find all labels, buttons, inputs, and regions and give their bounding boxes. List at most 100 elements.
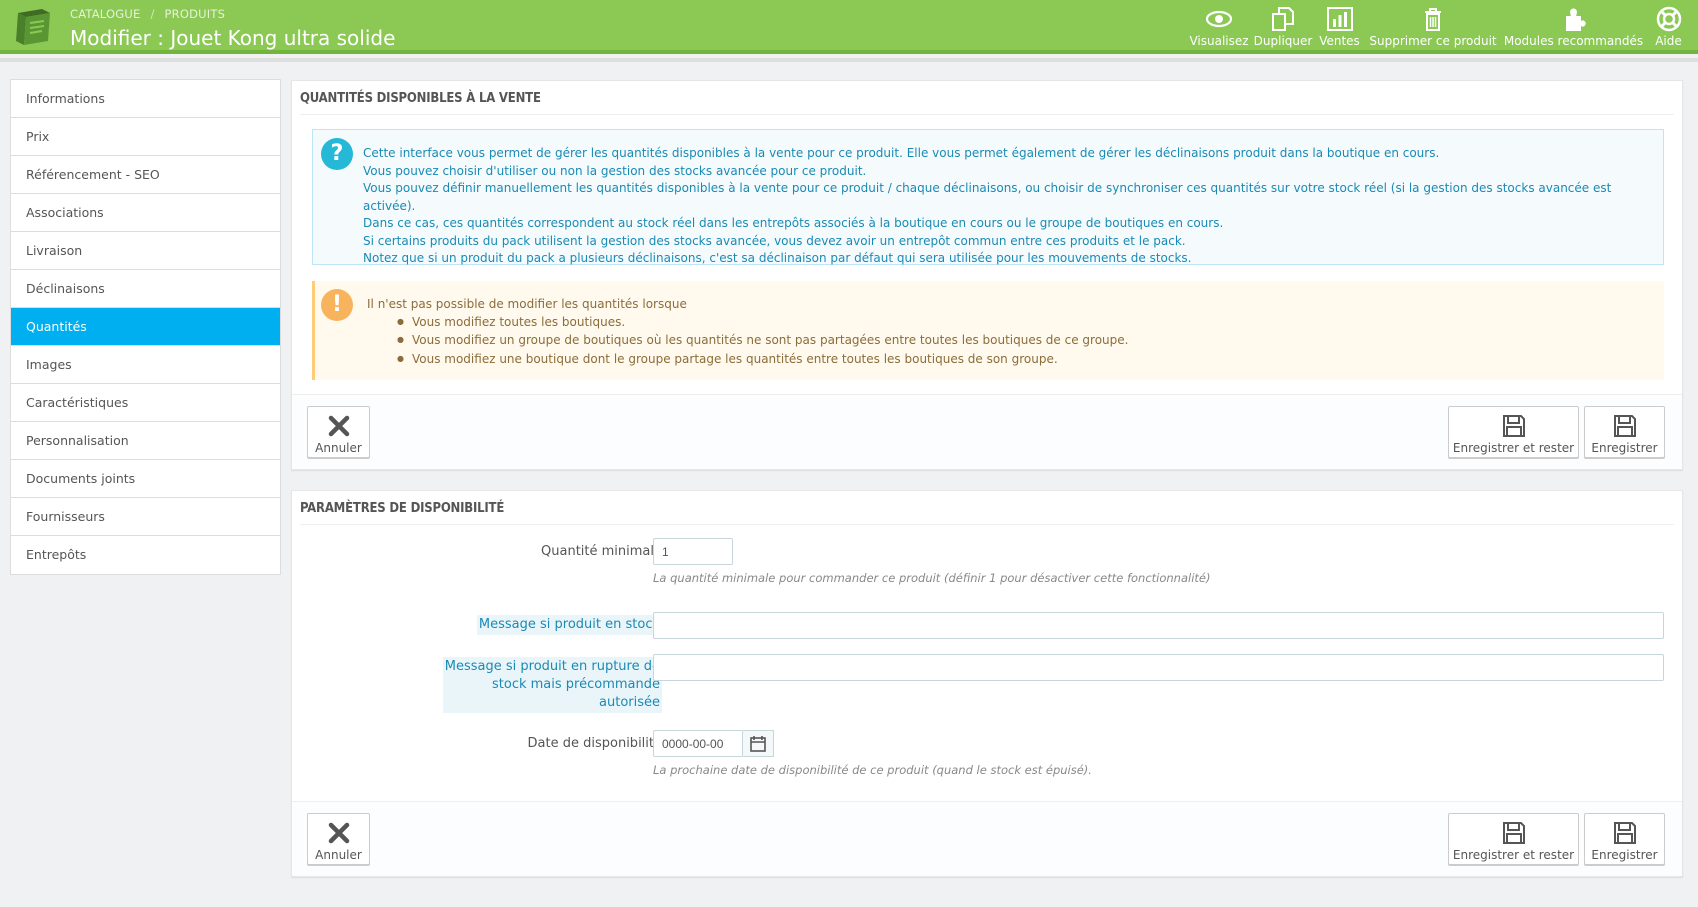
out-of-stock-message-input[interactable] (653, 654, 1664, 681)
toolbar: Visualisez Dupliquer Ventes Supprimer ce… (1185, 0, 1698, 50)
floppy-disk-icon (1613, 822, 1636, 844)
sales-button[interactable]: Ventes (1313, 0, 1366, 50)
duplicate-label: Dupliquer (1253, 34, 1313, 48)
warning-item: Vous modifiez un groupe de boutiques où … (397, 332, 1128, 351)
availability-panel-footer: Annuler Enregistrer et rester Enregistre… (292, 801, 1682, 876)
warning-item: Vous modifiez toutes les boutiques. (397, 314, 1128, 333)
calendar-button[interactable] (743, 730, 774, 757)
warning-item-text: Vous modifiez une boutique dont le group… (411, 351, 1058, 366)
quantities-panel-title: QUANTITÉS DISPONIBLES À LA VENTE (300, 81, 1674, 115)
availability-date-help: La prochaine date de disponibilité de ce… (653, 763, 1092, 777)
quantities-panel-footer: Annuler Enregistrer et rester Enregistre… (292, 394, 1682, 469)
label-line: stock mais précommande (492, 677, 660, 692)
close-icon (328, 822, 349, 844)
info-line: Vous pouvez définir manuellement les qua… (363, 181, 1612, 213)
save-button[interactable]: Enregistrer (1584, 813, 1665, 865)
warning-item: Vous modifiez une boutique dont le group… (397, 351, 1128, 370)
floppy-disk-icon (1502, 822, 1525, 844)
warning-list: Vous modifiez toutes les boutiques. Vous… (367, 314, 1128, 370)
warning-item-text: Vous modifiez toutes les boutiques. (411, 314, 626, 329)
catalog-book-icon (16, 9, 50, 45)
save-and-stay-label: Enregistrer et rester (1452, 848, 1575, 862)
sidebar-item-livraison[interactable]: Livraison (11, 232, 280, 270)
sidebar-item-fournisseurs[interactable]: Fournisseurs (11, 498, 280, 536)
cancel-button[interactable]: Annuler (307, 813, 370, 865)
info-alert: ? Cette interface vous permet de gérer l… (312, 129, 1664, 265)
copy-icon (1272, 7, 1294, 31)
save-button[interactable]: Enregistrer (1584, 406, 1665, 458)
close-icon (328, 415, 349, 437)
sidebar-item-personnalisation[interactable]: Personnalisation (11, 422, 280, 460)
page-header: CATALOGUE / PRODUITS Modifier : Jouet Kong… (0, 0, 1698, 54)
delete-product-button[interactable]: Supprimer ce produit (1366, 0, 1500, 50)
availability-date-input[interactable] (653, 730, 743, 757)
sidebar-item-informations[interactable]: Informations (11, 80, 280, 118)
warning-item-text: Vous modifiez un groupe de boutiques où … (411, 333, 1129, 347)
question-icon: ? (321, 138, 353, 170)
save-and-stay-button[interactable]: Enregistrer et rester (1448, 813, 1579, 865)
warning-intro: Il n'est pas possible de modifier les qu… (367, 297, 687, 311)
info-alert-text: Cette interface vous permet de gérer les… (363, 145, 1663, 268)
info-line: Vous pouvez choisir d'utiliser ou non la… (363, 163, 867, 178)
page-title: Modifier : Jouet Kong ultra solide (70, 26, 396, 50)
min-qty-input[interactable] (653, 538, 733, 565)
availability-date-label: Date de disponibilité (527, 736, 662, 751)
sidebar-item-associations[interactable]: Associations (11, 194, 280, 232)
cancel-button[interactable]: Annuler (307, 406, 370, 458)
bar-chart-icon (1326, 7, 1353, 31)
info-line: Dans ce cas, ces quantités correspondent… (363, 216, 1224, 230)
warning-alert-text: Il n'est pas possible de modifier les qu… (367, 296, 1128, 369)
breadcrumb-catalogue[interactable]: CATALOGUE (70, 7, 140, 21)
sidebar-item-images[interactable]: Images (11, 346, 280, 384)
min-qty-help: La quantité minimale pour commander ce p… (653, 571, 1211, 585)
sidebar-item-documents-joints[interactable]: Documents joints (11, 460, 280, 498)
help-label: Aide (1655, 34, 1682, 48)
min-qty-label: Quantité minimale (541, 544, 662, 559)
availability-panel: PARAMÈTRES DE DISPONIBILITÉ Quantité min… (291, 490, 1683, 877)
breadcrumb-separator: / (150, 7, 155, 21)
quantities-panel: QUANTITÉS DISPONIBLES À LA VENTE ? Cette… (291, 80, 1683, 470)
product-tabs-sidebar: Informations Prix Référencement - SEO As… (10, 79, 281, 575)
trash-icon (1425, 8, 1441, 31)
sales-label: Ventes (1319, 34, 1360, 48)
lifebuoy-icon (1656, 6, 1681, 32)
calendar-icon (750, 736, 766, 752)
info-line: Cette interface vous permet de gérer les… (363, 146, 1440, 160)
exclamation-icon: ! (321, 289, 353, 321)
sidebar-item-prix[interactable]: Prix (11, 118, 280, 156)
puzzle-icon (1565, 8, 1586, 31)
preview-label: Visualisez (1189, 34, 1249, 48)
duplicate-button[interactable]: Dupliquer (1253, 0, 1313, 50)
cancel-label: Annuler (315, 848, 362, 862)
availability-panel-title: PARAMÈTRES DE DISPONIBILITÉ (300, 491, 1674, 525)
info-line: Notez que si un produit du pack a plusie… (363, 251, 1192, 265)
help-button[interactable]: Aide (1647, 0, 1690, 50)
sidebar-item-seo[interactable]: Référencement - SEO (11, 156, 280, 194)
save-and-stay-button[interactable]: Enregistrer et rester (1448, 406, 1579, 458)
floppy-disk-icon (1502, 415, 1525, 437)
in-stock-message-input[interactable] (653, 612, 1664, 639)
eye-icon (1205, 10, 1233, 28)
delete-product-label: Supprimer ce produit (1369, 34, 1497, 48)
sidebar-item-declinaisons[interactable]: Déclinaisons (11, 270, 280, 308)
label-line: autorisée (599, 695, 660, 710)
header-divider (0, 58, 1698, 62)
save-label: Enregistrer (1591, 441, 1658, 455)
preview-button[interactable]: Visualisez (1185, 0, 1253, 50)
cancel-label: Annuler (315, 441, 362, 455)
recommended-modules-label: Modules recommandés (1503, 34, 1644, 48)
breadcrumb-produits[interactable]: PRODUITS (165, 7, 226, 21)
recommended-modules-button[interactable]: Modules recommandés (1500, 0, 1647, 50)
info-line: Si certains produits du pack utilisent l… (363, 233, 1186, 248)
label-line: Message si produit en rupture de (444, 659, 660, 674)
out-of-stock-message-label[interactable]: Message si produit en rupture de stock m… (442, 657, 662, 713)
save-label: Enregistrer (1591, 848, 1658, 862)
warning-alert: ! Il n'est pas possible de modifier les … (312, 281, 1664, 380)
sidebar-item-quantites[interactable]: Quantités (11, 308, 280, 346)
floppy-disk-icon (1613, 415, 1636, 437)
in-stock-message-label[interactable]: Message si produit en stock (476, 615, 662, 635)
save-and-stay-label: Enregistrer et rester (1452, 441, 1575, 455)
sidebar-item-caracteristiques[interactable]: Caractéristiques (11, 384, 280, 422)
breadcrumb: CATALOGUE / PRODUITS (70, 7, 225, 21)
sidebar-item-entrepots[interactable]: Entrepôts (11, 536, 280, 574)
